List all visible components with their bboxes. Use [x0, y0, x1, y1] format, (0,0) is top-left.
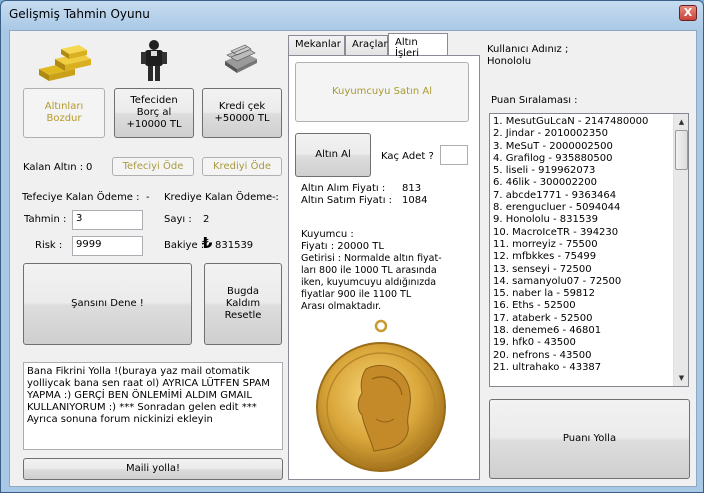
- score-list-item[interactable]: 18. deneme6 - 46801: [490, 325, 688, 337]
- jeweler-title: Kuyumcu :: [301, 229, 354, 240]
- score-list-item[interactable]: 21. ultrahako - 43387: [490, 362, 688, 374]
- left-panel: Altınları Bozdur Tefeciden Borç al +1000…: [13, 33, 283, 481]
- jeweler-price: Fiyatı : 20000 TL: [301, 241, 384, 252]
- score-list-item[interactable]: 8. erengucluer - 5094044: [490, 202, 688, 214]
- lender-payment-label: Tefeciye Kalan Ödeme :: [22, 192, 140, 203]
- score-list-item[interactable]: 5. liseli - 919962073: [490, 165, 688, 177]
- tab-araclar[interactable]: Araçlar: [345, 35, 388, 55]
- score-list-item[interactable]: 16. Eths - 52500: [490, 300, 688, 312]
- money-stack-icon: [225, 44, 257, 73]
- risk-label: Risk :: [35, 240, 63, 251]
- score-list-item[interactable]: 2. Jindar - 2010002350: [490, 128, 688, 140]
- tab-page-altin-isleri: Kuyumcuyu Satın Al Altın Al Kaç Adet ? A…: [288, 55, 480, 480]
- tab-altin-isleri[interactable]: Altın İşleri: [388, 33, 448, 59]
- buy-jeweler-button[interactable]: Kuyumcuyu Satın Al: [295, 62, 469, 122]
- score-list-item[interactable]: 4. Grafilog - 935880500: [490, 153, 688, 165]
- pay-lender-button[interactable]: Tefeciyi Öde: [112, 157, 194, 176]
- credit-payment-label: Krediye Kalan Ödeme :: [164, 192, 279, 203]
- balance-label: Bakiye :: [164, 240, 205, 251]
- lender-payment-value: -: [146, 192, 150, 203]
- score-list-item[interactable]: 3. MeSuT - 2000002500: [490, 141, 688, 153]
- sell-price-label: Altın Satım Fiyatı :: [301, 195, 393, 206]
- try-luck-button[interactable]: Şansını Dene !: [23, 263, 192, 345]
- score-list-item[interactable]: 9. Honololu - 831539: [490, 214, 688, 226]
- jeweler-description: Getirisi : Normalde altın fiyat- ları 80…: [301, 253, 442, 312]
- score-list-item[interactable]: 10. MacroIceTR - 394230: [490, 227, 688, 239]
- balance-value: 831539: [215, 240, 254, 251]
- send-score-button[interactable]: Puanı Yolla: [489, 399, 690, 479]
- score-list-item[interactable]: 20. nefrons - 43500: [490, 350, 688, 362]
- score-list-item[interactable]: 17. ataberk - 52500: [490, 313, 688, 325]
- gold-coin-icon: [316, 319, 446, 472]
- close-button[interactable]: X: [679, 5, 697, 21]
- buy-price-label: Altın Alım Fiyatı :: [301, 183, 386, 194]
- scroll-up-icon[interactable]: ▲: [675, 115, 688, 129]
- number-label: Sayı :: [164, 214, 192, 225]
- remaining-gold-label: Kalan Altın :: [23, 162, 84, 173]
- window-title: Gelişmiş Tahmin Oyunu: [9, 7, 150, 21]
- guess-label: Tahmin :: [24, 214, 67, 225]
- reset-today-button[interactable]: Bugda Kaldım Resetle: [204, 263, 282, 345]
- guess-input[interactable]: 3: [72, 210, 143, 230]
- score-list-item[interactable]: 15. naber la - 59812: [490, 288, 688, 300]
- score-list-item[interactable]: 6. 46lik - 300002200: [490, 177, 688, 189]
- lender-person-icon: [141, 40, 167, 81]
- buy-price-value: 813: [402, 183, 422, 194]
- score-list-item[interactable]: 7. abcde1771 - 9363464: [490, 190, 688, 202]
- scroll-down-icon[interactable]: ▼: [675, 371, 688, 385]
- app-window: Gelişmiş Tahmin Oyunu X Altınları Bozdur…: [0, 0, 704, 493]
- number-value: 2: [203, 214, 210, 225]
- lender-loan-button[interactable]: Tefeciden Borç al +10000 TL: [114, 88, 194, 138]
- score-list-item[interactable]: 12. mfbkkes - 75499: [490, 251, 688, 263]
- title-bar[interactable]: Gelişmiş Tahmin Oyunu X: [1, 1, 703, 27]
- send-mail-button[interactable]: Maili yolla!: [23, 458, 283, 480]
- feedback-textarea[interactable]: Bana Fikrini Yolla !(buraya yaz mail oto…: [23, 362, 283, 450]
- scores-listbox[interactable]: 1. MesutGuLcaN - 2147480000 2. Jindar - 2…: [489, 113, 689, 387]
- right-panel: Kullanıcı Adınız ; Honololu Puan Sıralam…: [486, 33, 693, 483]
- score-list-item[interactable]: 11. morreyiz - 75500: [490, 239, 688, 251]
- sell-price-value: 1084: [402, 195, 428, 206]
- risk-input[interactable]: 9999: [72, 236, 143, 256]
- scroll-thumb[interactable]: [675, 130, 688, 170]
- score-list-item[interactable]: 1. MesutGuLcaN - 2147480000: [490, 116, 688, 128]
- pay-credit-button[interactable]: Krediyi Öde: [202, 157, 282, 176]
- gold-bars-icon: [39, 45, 91, 81]
- credit-payment-value: -: [272, 192, 276, 203]
- score-list-item[interactable]: 14. samanyolu07 - 72500: [490, 276, 688, 288]
- remaining-gold-value: 0: [86, 162, 93, 173]
- username-label: Kullanıcı Adınız ;: [487, 44, 569, 55]
- buy-gold-button[interactable]: Altın Al: [295, 133, 371, 177]
- scores-label: Puan Sıralaması :: [491, 95, 578, 106]
- quantity-label: Kaç Adet ?: [381, 151, 434, 162]
- username-value: Honololu: [487, 56, 532, 67]
- client-area: Altınları Bozdur Tefeciden Borç al +1000…: [9, 30, 697, 487]
- tab-mekanlar[interactable]: Mekanlar: [288, 35, 345, 55]
- score-list-item[interactable]: 19. hfk0 - 43500: [490, 337, 688, 349]
- tab-control: Mekanlar Araçlar Altın İşleri Kuyumcuyu …: [288, 33, 480, 483]
- score-list-item[interactable]: 13. senseyi - 72500: [490, 264, 688, 276]
- credit-loan-button[interactable]: Kredi çek +50000 TL: [202, 88, 282, 138]
- quantity-input[interactable]: [440, 145, 468, 165]
- sell-gold-button[interactable]: Altınları Bozdur: [23, 88, 105, 138]
- scores-scrollbar[interactable]: ▲ ▼: [673, 114, 688, 386]
- lira-icon: ₺: [202, 234, 213, 252]
